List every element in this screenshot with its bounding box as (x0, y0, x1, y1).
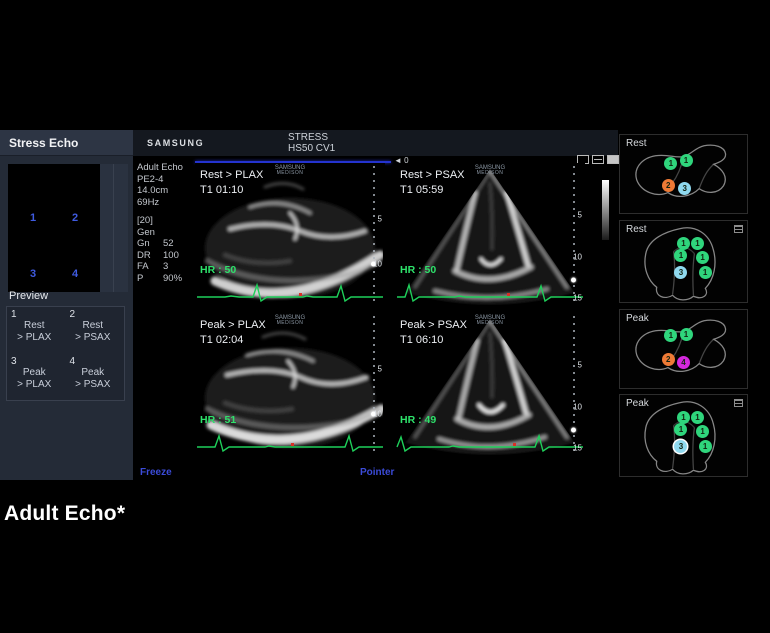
view-label: Peak > PSAXT1 06:10 (400, 318, 467, 348)
segment-score-marker[interactable]: 1 (680, 328, 693, 341)
ecg-trace (395, 282, 585, 306)
stage-number-3[interactable]: 3 (30, 268, 36, 280)
focus-marker (571, 278, 576, 283)
wall-motion-score-panel: Rest 1123 Rest 111131 (619, 130, 750, 480)
ecg-trace (195, 282, 385, 306)
preview-num: 1 (11, 309, 17, 320)
watermark: SAMSUNGMEDISON (275, 316, 305, 326)
segment-score-marker[interactable]: 1 (699, 266, 712, 279)
score-box-rest-plax[interactable]: Rest 1123 (619, 134, 748, 214)
depth-label: 5 (578, 360, 582, 369)
exam-mode-title: STRESS HS50 CV1 (288, 132, 335, 154)
segment-score-marker[interactable]: 1 (674, 249, 687, 262)
freeze-softkey[interactable]: Freeze (140, 467, 172, 478)
heart-rate: HR : 49 (400, 414, 436, 426)
depth-label: 10 (373, 259, 382, 268)
segment-score-marker[interactable]: 2 (662, 179, 675, 192)
preview-item-4[interactable]: 4 Peak> PSAX (66, 354, 125, 401)
view-label: Rest > PSAXT1 05:59 (400, 168, 465, 198)
depth-label: 10 (373, 409, 382, 418)
preview-num: 4 (70, 356, 76, 367)
depth-ruler: 5 10 (366, 166, 382, 302)
preview-grid: 1 Rest> PLAX 2 Rest> PSAX 3 Peak> PLAX 4 (6, 306, 125, 401)
watermark: SAMSUNGMEDISON (275, 166, 305, 176)
watermark: SAMSUNGMEDISON (475, 316, 505, 326)
focus-marker (571, 428, 576, 433)
stage-scroll-track[interactable] (100, 164, 128, 292)
heart-rate: HR : 51 (200, 414, 236, 426)
segment-score-marker[interactable]: 1 (674, 423, 687, 436)
segment-score-marker[interactable]: 1 (699, 440, 712, 453)
grayscale-map-bar (602, 180, 609, 240)
depth-label: 5 (378, 215, 382, 224)
layout-icon[interactable] (592, 155, 604, 164)
preview-label: Peak> PLAX (7, 367, 62, 391)
segment-score-marker[interactable]: 1 (664, 157, 677, 170)
preview-num: 3 (11, 356, 17, 367)
segment-menu-icon[interactable] (734, 225, 743, 233)
imaging-area: SAMSUNG STRESS HS50 CV1 Adult Echo PE2-4… (133, 130, 618, 480)
stage-thumbnails[interactable]: 1 2 3 4 (8, 164, 100, 292)
segment-score-marker[interactable]: 4 (677, 356, 690, 369)
depth-label: 10 (573, 403, 582, 412)
quadrant-peak-plax[interactable]: SAMSUNGMEDISON Peak > PLAXT1 02:04 HR : … (195, 313, 385, 456)
depth-label: 5 (578, 210, 582, 219)
panel-title: Stress Echo (0, 130, 133, 156)
fullscreen-icon[interactable] (607, 155, 619, 164)
heart-rate: HR : 50 (400, 264, 436, 276)
segment-menu-icon[interactable] (734, 399, 743, 407)
preview-label: Rest> PSAX (66, 320, 121, 344)
preview-item-3[interactable]: 3 Peak> PLAX (7, 354, 66, 401)
score-box-peak-plax[interactable]: Peak 1124 (619, 309, 748, 389)
preview-item-2[interactable]: 2 Rest> PSAX (66, 307, 125, 354)
system-label: HS50 CV1 (288, 143, 335, 154)
stage-number-4[interactable]: 4 (72, 268, 78, 280)
score-box-rest-psax[interactable]: Rest 111131 (619, 220, 748, 303)
exam-info: Adult Echo PE2-4 14.0cm 69Hz [20] Gen Gn… (137, 162, 183, 284)
ecg-trace (195, 432, 385, 456)
depth-label: 15 (573, 443, 582, 452)
stage-number-1[interactable]: 1 (30, 212, 36, 224)
segment-score-marker[interactable]: 1 (696, 251, 709, 264)
preview-num: 2 (70, 309, 76, 320)
depth-label: 5 (378, 365, 382, 374)
segment-score-marker[interactable]: 1 (696, 425, 709, 438)
preview-label: Rest> PLAX (7, 320, 62, 344)
depth-ruler: 5 10 15 (566, 316, 582, 452)
stress-echo-panel: Stress Echo 1 2 3 4 Preview 1 Rest> PLAX… (0, 130, 133, 480)
watermark: SAMSUNGMEDISON (475, 166, 505, 176)
samsung-logo: SAMSUNG (147, 138, 204, 148)
heart-rate: HR : 50 (200, 264, 236, 276)
segment-score-marker[interactable]: 2 (662, 353, 675, 366)
phase-label: Rest (626, 138, 647, 149)
mode-label: STRESS (288, 132, 335, 143)
page-caption: Adult Echo* (4, 502, 125, 526)
phase-label: Peak (626, 398, 649, 409)
depth-label: 10 (573, 253, 582, 262)
view-label: Peak > PLAXT1 02:04 (200, 318, 266, 348)
preview-label: Peak> PSAX (66, 367, 121, 391)
stage-number-2[interactable]: 2 (72, 212, 78, 224)
depth-ruler: 5 10 (366, 316, 382, 452)
depth-ruler: 5 10 15 (566, 166, 582, 302)
title-bar: SAMSUNG STRESS HS50 CV1 (133, 130, 618, 156)
pointer-softkey[interactable]: Pointer (360, 467, 394, 478)
depth-label: 15 (573, 293, 582, 302)
screen: Stress Echo 1 2 3 4 Preview 1 Rest> PLAX… (0, 0, 770, 633)
ecg-trace (395, 432, 585, 456)
segment-score-marker[interactable]: 1 (680, 154, 693, 167)
phase-label: Rest (626, 224, 647, 235)
phase-label: Peak (626, 313, 649, 324)
quadrant-rest-psax[interactable]: SAMSUNGMEDISON Rest > PSAXT1 05:59 HR : … (395, 163, 585, 306)
score-box-peak-psax[interactable]: Peak 111131 (619, 394, 748, 477)
preview-item-1[interactable]: 1 Rest> PLAX (7, 307, 66, 354)
view-label: Rest > PLAXT1 01:10 (200, 168, 263, 198)
preview-title: Preview (9, 290, 48, 302)
quadrant-peak-psax[interactable]: SAMSUNGMEDISON Peak > PSAXT1 06:10 HR : … (395, 313, 585, 456)
quadrant-rest-plax[interactable]: SAMSUNGMEDISON Rest > PLAXT1 01:10 HR : … (195, 163, 385, 306)
